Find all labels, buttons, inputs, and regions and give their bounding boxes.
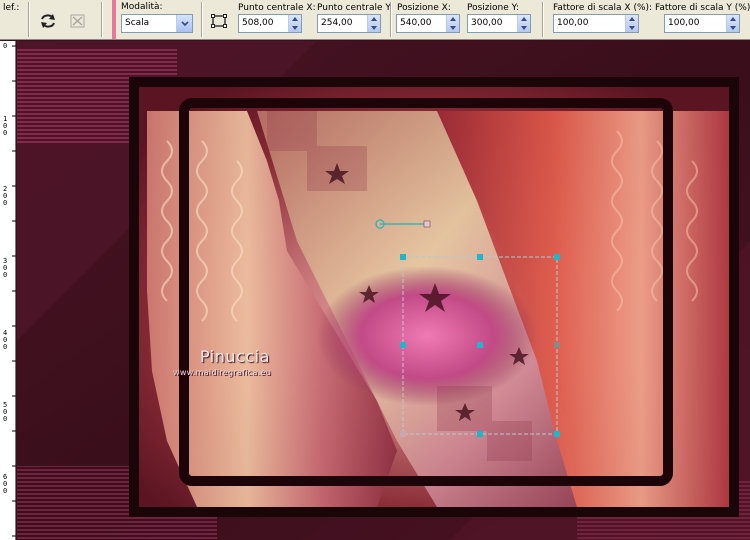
ruler-mark-0: 0 xyxy=(3,42,8,50)
center-x-field[interactable]: 508,00 xyxy=(238,14,302,33)
vertical-ruler: 0 1 0 0 2 0 0 3 0 0 4 0 0 5 0 0 6 0 0 xyxy=(0,41,16,540)
mode-select-value: Scala xyxy=(125,18,150,28)
handle-bottom-right[interactable] xyxy=(554,431,560,437)
position-y-spinner[interactable] xyxy=(517,15,530,32)
ruler-mark-300: 3 0 0 xyxy=(3,257,8,279)
scale-y-label: Fattore di scala Y (%): xyxy=(655,3,750,13)
handle-center[interactable] xyxy=(477,342,483,348)
chevron-down-icon[interactable] xyxy=(176,15,192,32)
handle-bottom-left[interactable] xyxy=(400,431,406,437)
position-x-field[interactable]: 540,00 xyxy=(396,14,460,33)
ruler-mark-500: 5 0 0 xyxy=(3,401,8,423)
watermark-site: www.maidiregrafica.eu xyxy=(173,368,272,377)
center-y-value: 254,00 xyxy=(321,18,353,28)
ruler-mark-200: 2 0 0 xyxy=(3,185,8,207)
position-y-field[interactable]: 300,00 xyxy=(467,14,531,33)
image-canvas[interactable]: Pinuccia www.maidiregrafica.eu xyxy=(17,41,750,540)
scale-x-label: Fattore di scala X (%): xyxy=(553,3,653,13)
position-y-value: 300,00 xyxy=(471,18,503,28)
watermark-name: Pinuccia xyxy=(200,347,270,366)
pivot-handle[interactable] xyxy=(423,220,431,228)
handle-top-right[interactable] xyxy=(554,254,560,260)
center-y-spinner[interactable] xyxy=(367,15,380,32)
separator xyxy=(101,2,103,37)
handle-bottom-center[interactable] xyxy=(477,431,483,437)
center-x-spinner[interactable] xyxy=(288,15,301,32)
center-x-label: Punto centrale X: xyxy=(238,3,316,13)
separator xyxy=(542,2,544,37)
position-x-label: Posizione X: xyxy=(397,3,451,13)
center-y-field[interactable]: 254,00 xyxy=(317,14,381,33)
mode-label: Modalità: xyxy=(121,2,163,12)
ruler-mark-600: 6 0 0 xyxy=(3,473,8,495)
artwork xyxy=(17,41,750,540)
position-y-label: Posizione Y: xyxy=(467,3,519,13)
separator xyxy=(28,2,30,37)
position-x-value: 540,00 xyxy=(400,18,432,28)
handle-top-center[interactable] xyxy=(477,254,483,260)
edit-mode-button[interactable] xyxy=(208,10,230,32)
handle-middle-left[interactable] xyxy=(400,342,406,348)
handle-middle-right[interactable] xyxy=(554,342,560,348)
position-x-spinner[interactable] xyxy=(446,15,459,32)
ruler-mark-400: 4 0 0 xyxy=(3,329,8,351)
tool-options-bar: lef.: Modalità: Scala Punto centrale X: … xyxy=(0,0,750,40)
preset-label: lef.: xyxy=(3,3,20,13)
clear-icon xyxy=(70,14,85,28)
center-x-value: 508,00 xyxy=(242,18,274,28)
center-y-label: Punto centrale Y: xyxy=(317,3,393,13)
reset-button[interactable] xyxy=(37,10,59,32)
separator xyxy=(201,2,203,37)
scale-x-spinner[interactable] xyxy=(625,15,638,32)
clear-button[interactable] xyxy=(67,10,89,32)
separator xyxy=(390,2,392,37)
handle-top-left[interactable] xyxy=(400,254,406,260)
active-marker xyxy=(112,0,116,39)
scale-y-field[interactable]: 100,00 xyxy=(664,14,740,33)
edit-mode-icon xyxy=(211,14,227,28)
scale-y-spinner[interactable] xyxy=(726,15,739,32)
scale-x-field[interactable]: 100,00 xyxy=(553,14,639,33)
reset-arrows-icon xyxy=(41,14,55,28)
scale-y-value: 100,00 xyxy=(668,18,700,28)
mode-select[interactable]: Scala xyxy=(121,14,193,33)
scale-x-value: 100,00 xyxy=(557,18,589,28)
ruler-mark-100: 1 0 0 xyxy=(3,115,8,137)
